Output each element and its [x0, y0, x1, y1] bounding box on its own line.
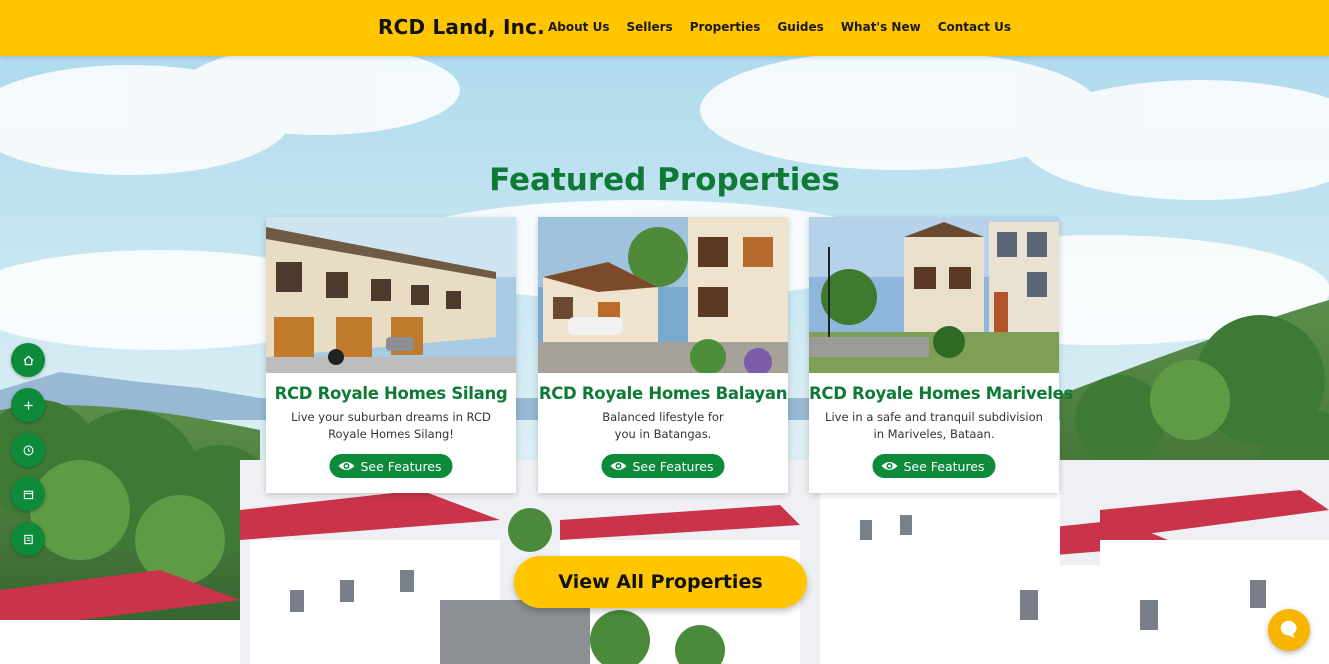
- property-image-mariveles: [809, 217, 1059, 373]
- see-features-label: See Features: [360, 458, 442, 474]
- property-description: Balanced lifestyle for you in Batangas.: [602, 410, 724, 441]
- side-document-button[interactable]: [11, 522, 45, 556]
- main-nav: About Us Sellers Properties Guides What'…: [548, 20, 1028, 34]
- nav-sellers[interactable]: Sellers: [626, 20, 672, 34]
- nav-properties[interactable]: Properties: [690, 20, 761, 34]
- view-all-properties-button[interactable]: View All Properties: [514, 556, 807, 608]
- eye-icon: [337, 460, 355, 472]
- featured-title: Featured Properties: [489, 162, 840, 198]
- home-icon: [23, 355, 34, 366]
- calendar-icon: [23, 489, 34, 500]
- property-card-balayan: RCD Royale Homes Balayan Balanced lifest…: [538, 217, 788, 493]
- nav-contact-us[interactable]: Contact Us: [938, 20, 1011, 34]
- chat-widget-button[interactable]: [1268, 609, 1310, 651]
- document-icon: [23, 534, 34, 545]
- eye-icon: [880, 460, 898, 472]
- see-features-button[interactable]: See Features: [329, 454, 453, 478]
- nav-whats-new[interactable]: What's New: [841, 20, 921, 34]
- chat-bubble-icon: [1278, 618, 1300, 643]
- property-title[interactable]: RCD Royale Homes Balayan: [538, 384, 788, 403]
- side-clock-button[interactable]: [11, 433, 45, 467]
- property-card-silang: RCD Royale Homes Silang Live your suburb…: [266, 217, 516, 493]
- property-card-mariveles: RCD Royale Homes Mariveles Live in a saf…: [809, 217, 1073, 493]
- property-image-silang: [266, 217, 516, 373]
- property-description: Live your suburban dreams in RCD Royale …: [291, 410, 491, 441]
- side-home-button[interactable]: [11, 343, 45, 377]
- site-header: RCD Land, Inc. About Us Sellers Properti…: [0, 0, 1329, 56]
- see-features-label: See Features: [632, 458, 714, 474]
- property-image-balayan: [538, 217, 788, 373]
- plus-icon: [23, 400, 34, 411]
- side-calendar-button[interactable]: [11, 477, 45, 511]
- nav-guides[interactable]: Guides: [777, 20, 823, 34]
- clock-icon: [23, 445, 34, 456]
- side-add-button[interactable]: [11, 388, 45, 422]
- nav-about-us[interactable]: About Us: [548, 20, 609, 34]
- brand-logo[interactable]: RCD Land, Inc.: [378, 15, 545, 39]
- see-features-button[interactable]: See Features: [872, 454, 996, 478]
- see-features-button[interactable]: See Features: [601, 454, 725, 478]
- property-description: Live in a safe and tranquil subdivision …: [825, 410, 1043, 441]
- property-title[interactable]: RCD Royale Homes Silang: [266, 384, 516, 403]
- eye-icon: [609, 460, 627, 472]
- property-title[interactable]: RCD Royale Homes Mariveles: [809, 384, 1073, 403]
- see-features-label: See Features: [903, 458, 985, 474]
